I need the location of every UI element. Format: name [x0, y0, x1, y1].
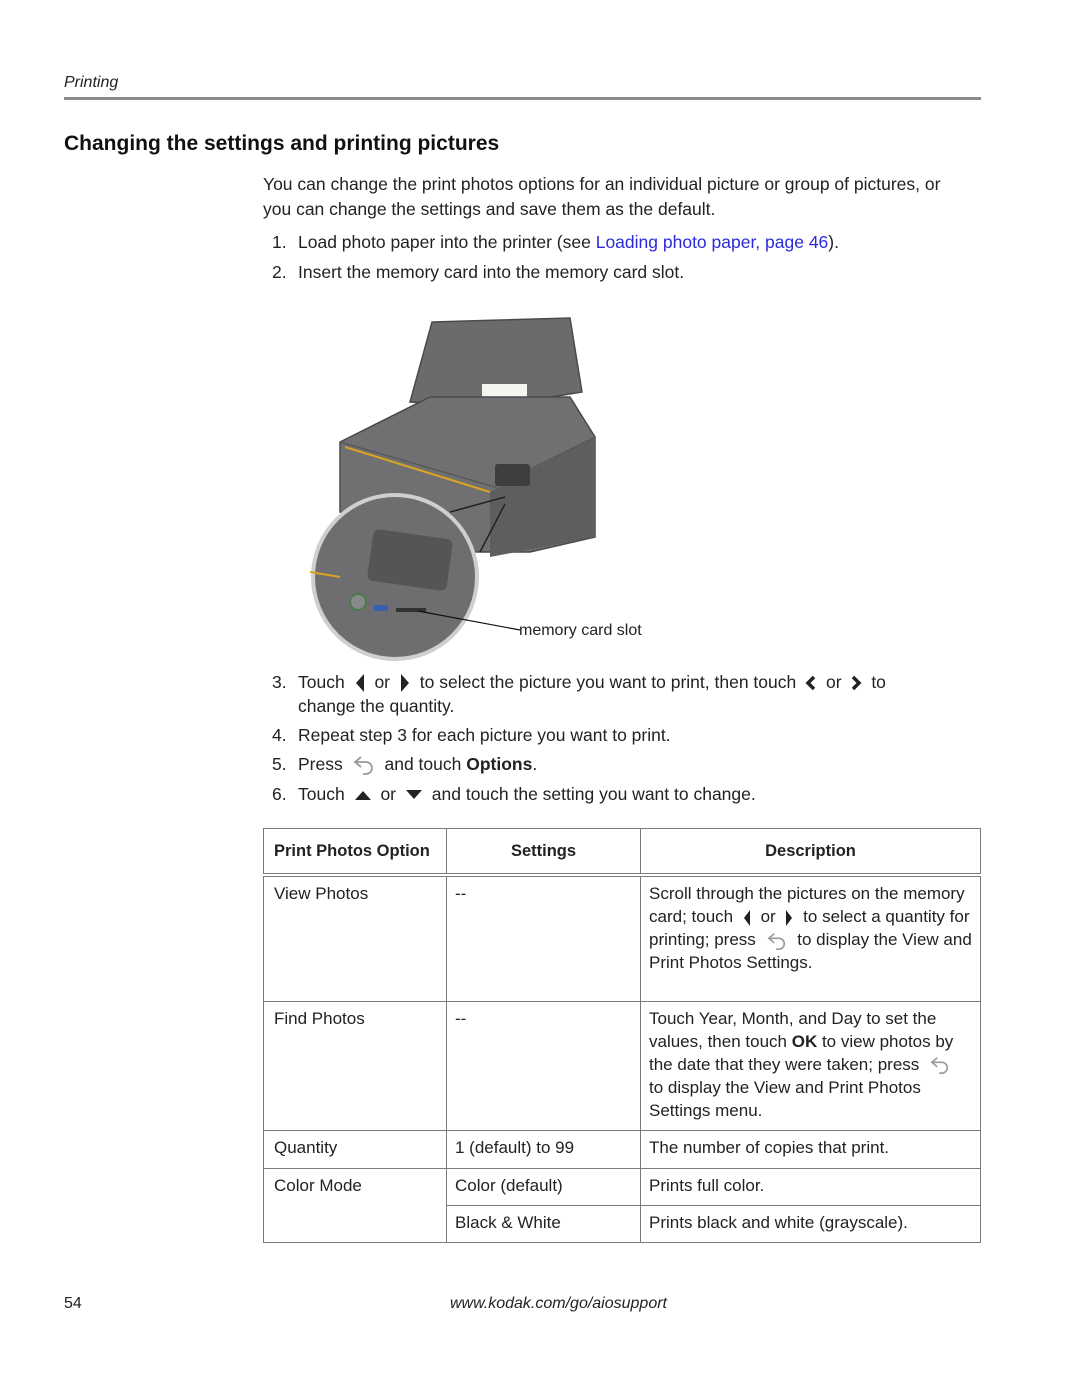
loading-photo-paper-link[interactable]: Loading photo paper, page 46 [596, 232, 829, 252]
zoomed-screen [367, 529, 453, 591]
step-text: Load photo paper into the printer (see [298, 232, 596, 252]
left-arrow-icon [355, 674, 364, 693]
right-chevron-icon [852, 676, 862, 691]
step-text: ). [828, 232, 839, 252]
left-arrow-icon [743, 909, 750, 926]
step-text: or [380, 784, 397, 804]
intro-paragraph: You can change the print photos options … [263, 174, 941, 219]
step-1: 1. Load photo paper into the printer (see… [272, 230, 839, 254]
back-icon [767, 932, 785, 950]
option-cell: View Photos [263, 874, 447, 1002]
table-row: Quantity 1 (default) to 99 The number of… [263, 1129, 981, 1169]
setting-cell: Black & White [446, 1204, 641, 1243]
description-cell: Touch Year, Month, and Day to set the va… [640, 1000, 981, 1131]
ok-label: OK [791, 1031, 818, 1051]
column-header: Settings [446, 828, 641, 877]
setting-cell: Color (default) [446, 1167, 641, 1206]
down-arrow-icon [405, 790, 422, 800]
header-rule [64, 97, 981, 100]
step-text: to select the picture you want to print,… [419, 672, 797, 692]
printer-illustration [309, 317, 596, 661]
step-4: 4. Repeat step 3 for each picture you wan… [272, 723, 671, 747]
step-number: 6. [272, 784, 287, 804]
step-text: or [374, 672, 391, 692]
step-number: 5. [272, 754, 287, 774]
step-number: 3. [272, 672, 287, 692]
description-cell: The number of copies that print. [640, 1129, 981, 1169]
right-arrow-icon [786, 909, 793, 926]
page-title: Changing the settings and printing pictu… [64, 132, 500, 155]
option-cell: Color Mode [263, 1167, 447, 1243]
table-row: Find Photos -- Touch Year, Month, and Da… [263, 1000, 981, 1131]
step-text: or [826, 672, 842, 692]
description-text: or [760, 907, 776, 926]
description-cell: Prints full color. [640, 1167, 981, 1206]
description-text: to display the View and Print Photos Set… [649, 1077, 921, 1120]
table-row: View Photos -- Scroll through the pictur… [263, 874, 981, 1002]
setting-cell: -- [446, 874, 641, 1002]
usb-port [374, 605, 388, 611]
back-icon [353, 756, 373, 776]
step-text: Press [298, 754, 343, 774]
page-number: 54 [64, 1295, 82, 1312]
step-text: Insert the memory card into the memory c… [298, 262, 685, 282]
step-text: Touch [298, 784, 345, 804]
power-button [349, 593, 367, 611]
step-number: 4. [272, 725, 287, 745]
step-text: Repeat step 3 for each picture you want … [298, 725, 671, 745]
column-header: Description [640, 828, 981, 877]
step-text: Touch [298, 672, 345, 692]
print-photos-options-table: Print Photos Option Settings Description… [263, 828, 981, 1243]
setting-cell: 1 (default) to 99 [446, 1129, 641, 1169]
step-2: 2. Insert the memory card into the memory… [272, 260, 684, 284]
small-screen [495, 464, 530, 486]
step-6: 6. Touch or and touch the setting you wan… [272, 782, 756, 806]
up-arrow-icon [354, 791, 371, 801]
running-head: Printing [64, 74, 119, 91]
left-chevron-icon [805, 676, 816, 691]
description-cell: Scroll through the pictures on the memor… [640, 874, 981, 1002]
step-text: . [532, 754, 538, 774]
column-header: Print Photos Option [263, 828, 447, 877]
options-label: Options [466, 754, 533, 774]
table-row: Color Mode Color (default) Prints full c… [263, 1167, 981, 1243]
step-number: 1. [272, 232, 287, 252]
step-5: 5. Press and touch Options. [272, 752, 537, 776]
setting-cell: -- [446, 1000, 641, 1131]
step-text-continued: change the quantity. [298, 696, 455, 716]
step-text: to [871, 672, 886, 692]
step-text: and touch [384, 754, 462, 774]
option-cell: Find Photos [263, 1000, 447, 1131]
support-url[interactable]: www.kodak.com/go/aiosupport [450, 1295, 667, 1313]
back-icon [930, 1057, 949, 1075]
option-cell: Quantity [263, 1129, 447, 1169]
memory-card-slot-callout: memory card slot [519, 622, 642, 639]
table-header-row: Print Photos Option Settings Description [263, 828, 981, 877]
step-text: and touch the setting you want to change… [431, 784, 756, 804]
right-arrow-icon [400, 674, 409, 693]
description-cell: Prints black and white (grayscale). [640, 1204, 981, 1243]
step-3: 3. Touch or to select the picture you wan… [272, 670, 972, 718]
step-number: 2. [272, 262, 287, 282]
